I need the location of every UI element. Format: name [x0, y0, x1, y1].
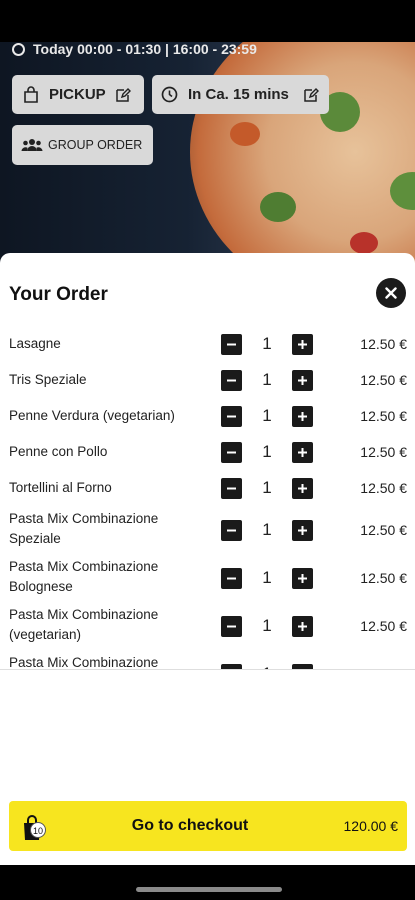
decrease-quantity-button[interactable]: [221, 334, 242, 355]
decrease-quantity-button[interactable]: [221, 568, 242, 589]
item-name: Pasta Mix Combinazione (vegetarian): [9, 607, 159, 642]
opening-hours: Today 00:00 - 01:30 | 16:00 - 23:59: [12, 42, 257, 57]
item-name: Pasta Mix Combinazione Bolognese: [9, 559, 159, 594]
minus-icon: [227, 487, 236, 490]
checkout-button[interactable]: 10 Go to checkout 120.00 €: [9, 801, 407, 851]
item-quantity: 1: [262, 370, 272, 389]
item-quantity: 1: [262, 442, 272, 461]
minus-icon: [227, 451, 236, 454]
decrease-quantity-button[interactable]: [221, 520, 242, 541]
decrease-quantity-button[interactable]: [221, 478, 242, 499]
item-quantity: 1: [262, 568, 272, 587]
item-price: 12.50 €: [360, 336, 407, 352]
increase-quantity-button[interactable]: [292, 520, 313, 541]
item-name: Pasta Mix Combinazione Speziale: [9, 511, 159, 546]
item-price: 12.50 €: [360, 408, 407, 424]
group-order-label: GROUP ORDER: [48, 138, 143, 152]
order-item-row: Lasagne 1 12.50 €: [0, 326, 415, 362]
close-icon: [385, 287, 397, 299]
home-indicator[interactable]: [136, 887, 282, 892]
item-price: 12.50 €: [360, 522, 407, 538]
edit-icon: [304, 87, 319, 102]
increase-quantity-button[interactable]: [292, 334, 313, 355]
order-item-row: Penne con Pollo 1 12.50 €: [0, 434, 415, 470]
item-name: Pasta Mix Combinazione: [9, 655, 159, 669]
plus-icon: [298, 376, 307, 385]
order-title: Your Order: [9, 284, 108, 305]
edit-icon: [115, 87, 131, 102]
item-price: 12.50 €: [360, 480, 407, 496]
plus-icon: [298, 622, 307, 631]
minus-icon: [227, 343, 236, 346]
item-name: Tris Speziale: [9, 372, 87, 387]
item-price: 12.50 €: [360, 570, 407, 586]
order-item-row: Pasta Mix Combinazione (vegetarian) 1 12.5…: [0, 602, 415, 650]
increase-quantity-button[interactable]: [292, 568, 313, 589]
status-bar: [0, 0, 415, 42]
decrease-quantity-button[interactable]: [221, 370, 242, 391]
increase-quantity-button[interactable]: [292, 478, 313, 499]
item-name: Tortellini al Forno: [9, 480, 112, 495]
order-item-row: Tris Speziale 1 12.50 €: [0, 362, 415, 398]
minus-icon: [227, 529, 236, 532]
increase-quantity-button[interactable]: [292, 406, 313, 427]
list-divider: [0, 669, 415, 670]
restaurant-hero: Today 00:00 - 01:30 | 16:00 - 23:59 PICK…: [0, 42, 415, 282]
system-nav-bar: [0, 865, 415, 900]
item-name: Lasagne: [9, 336, 61, 351]
increase-quantity-button[interactable]: [292, 616, 313, 637]
decrease-quantity-button[interactable]: [221, 442, 242, 463]
increase-quantity-button[interactable]: [292, 442, 313, 463]
minus-icon: [227, 379, 236, 382]
plus-icon: [298, 484, 307, 493]
item-name: Penne con Pollo: [9, 444, 108, 459]
order-item-list[interactable]: Lasagne 1 12.50 € Tris Speziale 1 12.50 € Penn…: [0, 326, 415, 669]
users-icon: [21, 139, 43, 151]
opening-hours-text: Today 00:00 - 01:30 | 16:00 - 23:59: [33, 42, 257, 57]
decrease-quantity-button[interactable]: [221, 406, 242, 427]
clock-icon: [12, 42, 25, 56]
order-item-row: Pasta Mix Combinazione112.50 €: [0, 650, 415, 669]
pickup-time-label: In Ca. 15 mins: [188, 86, 289, 103]
order-item-row: Pasta Mix Combinazione Speziale 1 12.50 €: [0, 506, 415, 554]
minus-icon: [227, 415, 236, 418]
order-item-row: Pasta Mix Combinazione Bolognese 1 12.50 €: [0, 554, 415, 602]
order-sheet: Your Order Lasagne 1 12.50 € Tris Speziale 1…: [0, 253, 415, 865]
minus-icon: [227, 577, 236, 580]
item-quantity: 1: [262, 334, 272, 353]
increase-quantity-button[interactable]: [292, 370, 313, 391]
clock-icon: [161, 86, 178, 103]
item-price: 12.50 €: [360, 444, 407, 460]
close-button[interactable]: [376, 278, 406, 308]
item-quantity: 1: [262, 520, 272, 539]
item-price: 12.50 €: [360, 372, 407, 388]
item-quantity: 1: [262, 478, 272, 497]
item-quantity: 1: [262, 406, 272, 425]
checkout-label: Go to checkout: [131, 817, 249, 834]
order-item-row: Penne Verdura (vegetarian) 1 12.50 €: [0, 398, 415, 434]
plus-icon: [298, 412, 307, 421]
pickup-button[interactable]: PICKUP: [12, 75, 144, 114]
plus-icon: [298, 340, 307, 349]
pickup-label: PICKUP: [49, 86, 106, 103]
item-name: Penne Verdura (vegetarian): [9, 408, 175, 423]
bag-icon: [24, 85, 38, 103]
group-order-button[interactable]: GROUP ORDER: [12, 125, 153, 165]
pickup-time-button[interactable]: In Ca. 15 mins: [152, 75, 329, 114]
plus-icon: [298, 448, 307, 457]
checkout-total: 120.00 €: [343, 818, 399, 834]
item-price: 12.50 €: [360, 618, 407, 634]
item-quantity: 1: [262, 616, 272, 635]
plus-icon: [298, 526, 307, 535]
minus-icon: [227, 625, 236, 628]
order-item-row: Tortellini al Forno 1 12.50 €: [0, 470, 415, 506]
decrease-quantity-button[interactable]: [221, 616, 242, 637]
plus-icon: [298, 574, 307, 583]
